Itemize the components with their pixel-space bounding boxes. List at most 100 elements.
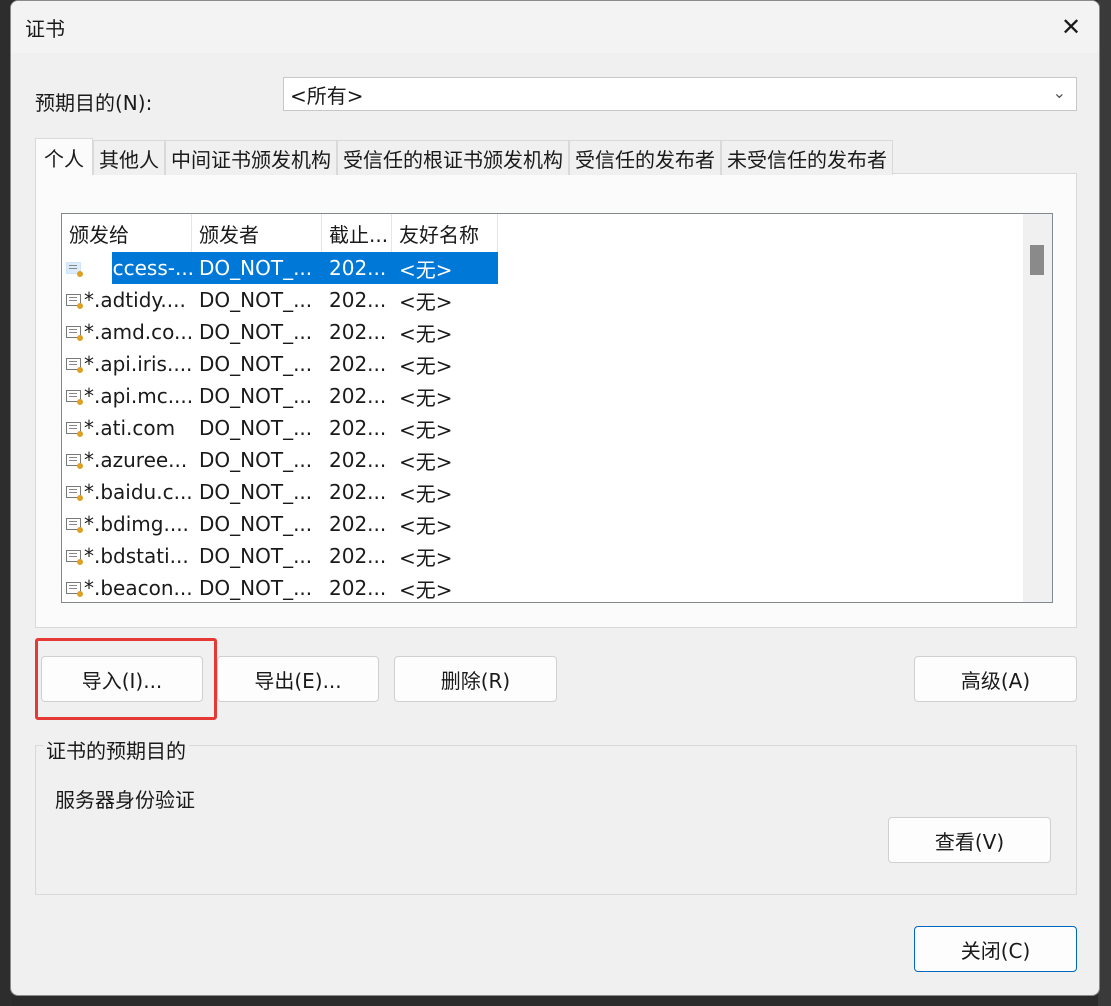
certificate-icon	[66, 422, 83, 437]
cell-expiration: 202...	[329, 512, 387, 536]
delete-button[interactable]: 删除(R)	[394, 656, 557, 702]
cell-friendly-name: <无>	[399, 545, 453, 570]
list-item[interactable]: *.baidu.c... DO_NOT_... 202... <无>	[62, 476, 498, 508]
cell-issuer: DO_NOT_...	[199, 384, 313, 408]
cell-issued-to: *.azuree...	[62, 444, 192, 476]
export-button[interactable]: 导出(E)...	[217, 656, 379, 702]
cell-issued-to: *.api.iris....	[62, 348, 192, 380]
cell-issued-to: *.ati.com	[62, 412, 192, 444]
tab-other-people[interactable]: 其他人	[93, 140, 165, 175]
cell-friendly-name: <无>	[399, 257, 453, 282]
intended-purpose-value: <所有>	[290, 83, 364, 108]
issued-to-text: *.baidu.c...	[84, 480, 192, 504]
cell-expiration: 202...	[329, 320, 387, 344]
list-header: 颁发给 颁发者 截止... 友好名称	[62, 214, 498, 252]
list-item[interactable]: *.bdstati... DO_NOT_... 202... <无>	[62, 540, 498, 572]
cell-issuer: DO_NOT_...	[199, 512, 313, 536]
column-friendly-name[interactable]: 友好名称	[392, 214, 498, 252]
cell-friendly-name: <无>	[399, 513, 453, 538]
certificate-icon	[66, 550, 83, 565]
purpose-group-title: 证书的预期目的	[43, 735, 189, 764]
list-rows: *.access-... DO_NOT_... 202... <无> *.adtidy.…	[62, 252, 498, 602]
intended-purpose-label: 预期目的(N):	[35, 91, 153, 115]
list-item[interactable]: *.azuree... DO_NOT_... 202... <无>	[62, 444, 498, 476]
highlight-annotation-box	[35, 638, 217, 720]
issued-to-text: *.access-...	[84, 256, 192, 280]
list-item[interactable]: *.bdimg.... DO_NOT_... 202... <无>	[62, 508, 498, 540]
cell-issued-to: *.bdimg....	[62, 508, 192, 540]
cell-issuer: DO_NOT_...	[199, 288, 313, 312]
tab-trusted-publishers[interactable]: 受信任的发布者	[569, 140, 721, 175]
list-item[interactable]: *.api.mc.... DO_NOT_... 202... <无>	[62, 380, 498, 412]
cell-expiration: 202...	[329, 384, 387, 408]
certificate-icon	[66, 518, 83, 533]
issued-to-text: *.azuree...	[84, 448, 188, 472]
certificate-icon	[66, 486, 83, 501]
purpose-group-value: 服务器身份验证	[55, 788, 195, 812]
cell-expiration: 202...	[329, 448, 387, 472]
cell-expiration: 202...	[329, 480, 387, 504]
list-item[interactable]: *.beacon... DO_NOT_... 202... <无>	[62, 572, 498, 602]
column-expiration[interactable]: 截止...	[322, 214, 392, 252]
issued-to-text: *.api.iris....	[84, 352, 192, 376]
certificate-icon	[66, 294, 83, 309]
dialog-title: 证书	[25, 17, 65, 41]
cell-issued-to: *.beacon...	[62, 572, 192, 602]
cell-friendly-name: <无>	[399, 449, 453, 474]
tab-intermediate-ca[interactable]: 中间证书颁发机构	[165, 140, 337, 175]
cell-friendly-name: <无>	[399, 353, 453, 378]
cell-friendly-name: <无>	[399, 385, 453, 410]
cell-issuer: DO_NOT_...	[199, 544, 313, 568]
title-bar: 证书 ✕	[11, 1, 1099, 53]
cell-issuer: DO_NOT_...	[199, 448, 313, 472]
cell-issued-to: *.adtidy....	[62, 284, 192, 316]
intended-purpose-dropdown[interactable]: <所有> ⌄	[283, 77, 1077, 111]
view-button[interactable]: 查看(V)	[888, 817, 1051, 863]
cell-friendly-name: <无>	[399, 577, 453, 602]
certificate-icon	[66, 390, 83, 405]
close-button[interactable]: 关闭(C)	[914, 926, 1077, 972]
cell-expiration: 202...	[329, 256, 387, 280]
cell-friendly-name: <无>	[399, 289, 453, 314]
list-item[interactable]: *.api.iris.... DO_NOT_... 202... <无>	[62, 348, 498, 380]
list-item[interactable]: *.amd.co... DO_NOT_... 202... <无>	[62, 316, 498, 348]
cell-issued-to: *.amd.co...	[62, 316, 192, 348]
scrollbar-thumb[interactable]	[1030, 245, 1044, 275]
cell-expiration: 202...	[329, 416, 387, 440]
issued-to-text: *.bdimg....	[84, 512, 189, 536]
cell-issuer: DO_NOT_...	[199, 320, 313, 344]
list-item[interactable]: *.access-... DO_NOT_... 202... <无>	[62, 252, 498, 284]
issued-to-text: *.amd.co...	[84, 320, 192, 344]
cell-issued-to: *.access-...	[62, 252, 192, 284]
tab-strip: 个人 其他人 中间证书颁发机构 受信任的根证书颁发机构 受信任的发布者 未受信任…	[35, 138, 893, 175]
certificate-icon	[66, 358, 83, 373]
cell-friendly-name: <无>	[399, 481, 453, 506]
cell-expiration: 202...	[329, 544, 387, 568]
tab-personal[interactable]: 个人	[35, 138, 93, 175]
close-icon[interactable]: ✕	[1043, 1, 1099, 53]
certificates-dialog: 证书 ✕ 预期目的(N): <所有> ⌄ 个人 其他人 中间证书颁发机构 受信任…	[10, 0, 1100, 996]
issued-to-text: *.api.mc....	[84, 384, 192, 408]
issued-to-text: *.ati.com	[84, 416, 176, 440]
certificate-list[interactable]: 颁发给 颁发者 截止... 友好名称 *.access-... DO_NOT_..…	[61, 213, 1053, 603]
list-item[interactable]: *.ati.com DO_NOT_... 202... <无>	[62, 412, 498, 444]
cell-issuer: DO_NOT_...	[199, 576, 313, 600]
cell-issuer: DO_NOT_...	[199, 256, 313, 280]
cell-expiration: 202...	[329, 288, 387, 312]
certificate-icon	[66, 262, 83, 277]
certificate-icon	[66, 326, 83, 341]
cell-issuer: DO_NOT_...	[199, 480, 313, 504]
vertical-scrollbar[interactable]	[1023, 214, 1052, 602]
column-issuer[interactable]: 颁发者	[192, 214, 322, 252]
cell-issued-to: *.api.mc....	[62, 380, 192, 412]
list-item[interactable]: *.adtidy.... DO_NOT_... 202... <无>	[62, 284, 498, 316]
cell-expiration: 202...	[329, 576, 387, 600]
cell-friendly-name: <无>	[399, 321, 453, 346]
issued-to-text: *.adtidy....	[84, 288, 186, 312]
tab-untrusted-publishers[interactable]: 未受信任的发布者	[721, 140, 893, 175]
advanced-button[interactable]: 高级(A)	[914, 656, 1077, 702]
tab-trusted-root-ca[interactable]: 受信任的根证书颁发机构	[337, 140, 569, 175]
column-issued-to[interactable]: 颁发给	[62, 214, 192, 252]
cell-issuer: DO_NOT_...	[199, 416, 313, 440]
cell-expiration: 202...	[329, 352, 387, 376]
